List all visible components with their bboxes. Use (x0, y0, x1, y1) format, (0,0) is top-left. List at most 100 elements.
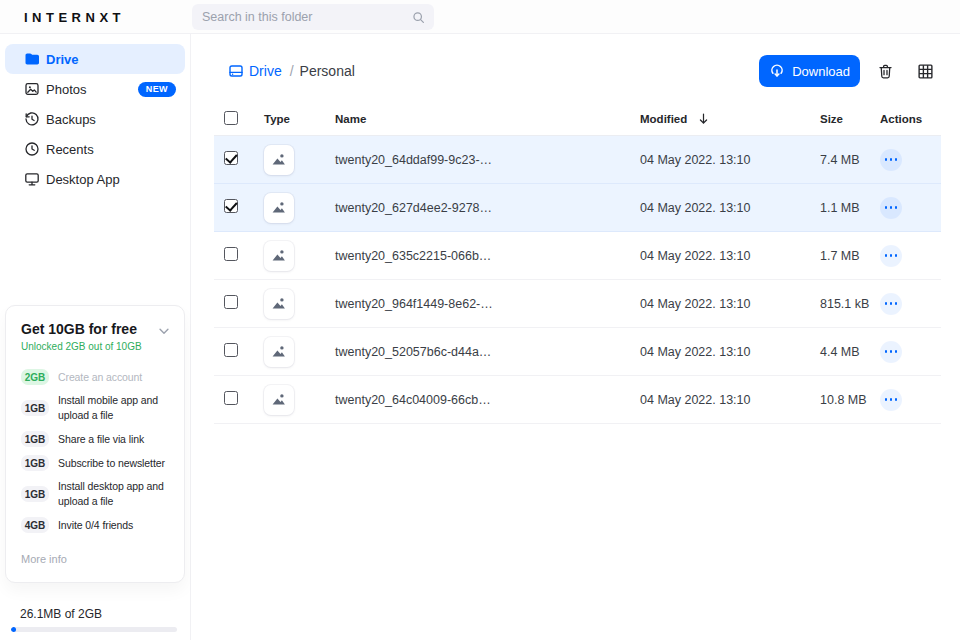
breadcrumb-separator: / (290, 63, 294, 79)
file-name: twenty20_64ddaf99-9c23-… (335, 153, 640, 167)
file-modified: 04 May 2022. 13:10 (640, 297, 820, 311)
file-modified: 04 May 2022. 13:10 (640, 153, 820, 167)
grid-view-icon (917, 63, 934, 80)
row-actions-button[interactable] (880, 293, 902, 315)
task-reward-badge: 4GB (21, 517, 49, 533)
topbar: INTERNXT (0, 0, 960, 34)
breadcrumb-drive[interactable]: Drive (228, 63, 282, 79)
task-reward-badge: 1GB (21, 400, 49, 416)
sidebar-item-recents[interactable]: Recents (5, 134, 185, 164)
file-name: twenty20_635c2215-066b… (335, 249, 640, 263)
referral-task: 1GB Install desktop app and upload a fil… (21, 479, 169, 509)
referral-card: Get 10GB for free Unlocked 2GB out of 10… (5, 305, 185, 583)
sidebar: Drive Photos NEW Backups Recents Desktop… (0, 34, 191, 640)
task-label[interactable]: Install desktop app and upload a file (58, 479, 169, 509)
file-row[interactable]: twenty20_64c04009-66cb… 04 May 2022. 13:… (214, 376, 941, 424)
task-label[interactable]: Install mobile app and upload a file (58, 393, 169, 423)
file-name: twenty20_52057b6c-d44a… (335, 345, 640, 359)
file-size: 4.4 MB (820, 345, 880, 359)
search-box[interactable] (192, 4, 434, 30)
select-all-checkbox[interactable] (224, 111, 238, 125)
task-label[interactable]: Share a file via link (58, 432, 144, 447)
referral-tasks: 2GB Create an account 1GB Install mobile… (21, 369, 169, 533)
task-reward-badge: 1GB (21, 455, 49, 471)
file-size: 1.7 MB (820, 249, 880, 263)
file-row[interactable]: twenty20_64ddaf99-9c23-… 04 May 2022. 13… (214, 136, 941, 184)
desktop-icon (24, 171, 40, 187)
file-row[interactable]: twenty20_52057b6c-d44a… 04 May 2022. 13:… (214, 328, 941, 376)
file-modified: 04 May 2022. 13:10 (640, 249, 820, 263)
sidebar-item-label: Desktop App (46, 172, 120, 187)
sidebar-item-backups[interactable]: Backups (5, 104, 185, 134)
sidebar-item-label: Recents (46, 142, 94, 157)
more-info-link[interactable]: More info (21, 553, 169, 565)
task-label[interactable]: Subscribe to newsletter (58, 456, 165, 471)
sidebar-item-drive[interactable]: Drive (5, 44, 185, 74)
referral-title: Get 10GB for free (21, 320, 169, 338)
row-actions-button[interactable] (880, 197, 902, 219)
image-file-icon (270, 295, 288, 313)
file-name: twenty20_627d4ee2-9278… (335, 201, 640, 215)
image-file-icon (270, 247, 288, 265)
task-reward-badge: 1GB (21, 486, 49, 502)
storage-progress-bar (11, 627, 177, 632)
referral-subtitle: Unlocked 2GB out of 10GB (21, 341, 169, 352)
internxt-logo: INTERNXT (24, 10, 125, 25)
sidebar-item-photos[interactable]: Photos NEW (5, 74, 185, 104)
trash-button[interactable] (869, 55, 901, 87)
row-actions-button[interactable] (880, 341, 902, 363)
referral-task: 1GB Share a file via link (21, 431, 169, 447)
file-type-badge (264, 145, 294, 175)
row-checkbox[interactable] (224, 391, 238, 405)
sidebar-item-label: Backups (46, 112, 96, 127)
file-size: 10.8 MB (820, 393, 880, 407)
row-actions-button[interactable] (880, 149, 902, 171)
chevron-down-icon[interactable] (157, 324, 171, 338)
file-modified: 04 May 2022. 13:10 (640, 393, 820, 407)
referral-task: 1GB Install mobile app and upload a file (21, 393, 169, 423)
file-modified: 04 May 2022. 13:10 (640, 201, 820, 215)
header-name[interactable]: Name (335, 113, 640, 125)
sidebar-item-label: Photos (46, 82, 86, 97)
recents-icon (24, 141, 40, 157)
row-actions-button[interactable] (880, 245, 902, 267)
photos-icon (24, 81, 40, 97)
table-header: Type Name Modified Size Actions (214, 102, 941, 136)
drive-icon (228, 63, 244, 79)
file-row[interactable]: twenty20_964f1449-8e62-… 04 May 2022. 13… (214, 280, 941, 328)
task-reward-badge: 1GB (21, 431, 49, 447)
sidebar-nav: Drive Photos NEW Backups Recents Desktop… (0, 34, 190, 194)
trash-icon (877, 63, 894, 80)
header-modified[interactable]: Modified (640, 112, 820, 125)
row-checkbox[interactable] (224, 247, 238, 261)
row-checkbox[interactable] (224, 343, 238, 357)
row-checkbox[interactable] (224, 295, 238, 309)
grid-view-button[interactable] (909, 55, 941, 87)
row-checkbox[interactable] (224, 151, 238, 165)
main-content: Drive / Personal Download Type Name Modi… (191, 34, 960, 640)
referral-task: 2GB Create an account (21, 369, 169, 385)
image-file-icon (270, 343, 288, 361)
storage-progress-fill (11, 627, 16, 632)
file-modified: 04 May 2022. 13:10 (640, 345, 820, 359)
row-checkbox[interactable] (224, 199, 238, 213)
file-row[interactable]: twenty20_635c2215-066b… 04 May 2022. 13:… (214, 232, 941, 280)
file-name: twenty20_964f1449-8e62-… (335, 297, 640, 311)
header-size[interactable]: Size (820, 113, 880, 125)
file-type-badge (264, 337, 294, 367)
file-row[interactable]: twenty20_627d4ee2-9278… 04 May 2022. 13:… (214, 184, 941, 232)
storage-indicator: 26.1MB of 2GB (11, 607, 177, 632)
row-actions-button[interactable] (880, 389, 902, 411)
referral-task: 1GB Subscribe to newsletter (21, 455, 169, 471)
new-badge: NEW (138, 82, 176, 97)
download-icon (769, 63, 785, 79)
task-label[interactable]: Invite 0/4 friends (58, 518, 133, 533)
search-icon (412, 11, 425, 24)
file-size: 7.4 MB (820, 153, 880, 167)
download-button[interactable]: Download (759, 55, 860, 87)
storage-usage-text: 26.1MB of 2GB (11, 607, 177, 621)
sidebar-item-desktop-app[interactable]: Desktop App (5, 164, 185, 194)
search-input[interactable] (192, 10, 412, 24)
task-label[interactable]: Create an account (58, 370, 142, 385)
referral-task: 4GB Invite 0/4 friends (21, 517, 169, 533)
